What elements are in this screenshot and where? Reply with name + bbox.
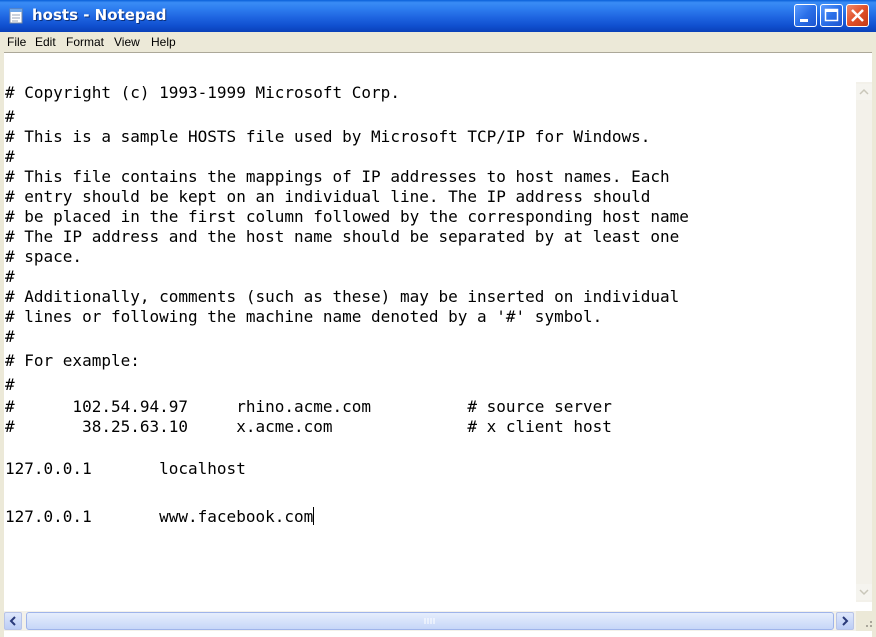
window-title: hosts - Notepad [32,6,167,24]
editor-line: # 38.25.63.10 x.acme.com # x client host [5,417,612,436]
close-icon [851,9,864,22]
notepad-icon[interactable] [7,7,25,25]
maximize-button[interactable] [820,4,843,27]
editor-line-current: 127.0.0.1 www.facebook.com [5,507,315,527]
editor-line: # Copyright (c) 1993-1999 Microsoft Corp… [5,83,400,102]
resize-grip[interactable] [856,611,876,631]
maximize-icon [824,8,839,22]
notepad-window: hosts - Notepad File Edit Format View He… [0,0,876,637]
text-caret [313,507,315,525]
scroll-down-button[interactable] [856,584,872,600]
editor-line: # This file contains the mappings of IP … [5,167,670,186]
editor-line: # space. [5,247,83,266]
editor-line: # [5,327,15,346]
menu-file[interactable]: File [7,35,26,49]
editor-line: # For example: [5,351,140,370]
menu-format[interactable]: Format [66,35,104,49]
editor-line: 127.0.0.1 localhost [5,459,246,478]
title-bar[interactable]: hosts - Notepad [0,0,876,32]
close-button[interactable] [846,4,869,27]
chevron-down-icon [859,589,869,596]
menu-bar: File Edit Format View Help [4,32,872,52]
editor-line: # This is a sample HOSTS file used by Mi… [5,127,651,146]
editor-text[interactable]: # Copyright (c) 1993-1999 Microsoft Corp… [5,83,845,583]
editor-line: # [5,267,15,286]
editor-line: # [5,375,15,394]
scroll-up-button[interactable] [856,84,872,100]
vertical-scrollbar[interactable] [856,82,872,602]
horizontal-scroll-thumb[interactable] [26,612,834,630]
editor-line: # Additionally, comments (such as these)… [5,287,680,306]
editor-line: # be placed in the first column followed… [5,207,689,226]
chevron-left-icon [9,616,16,626]
scroll-right-button[interactable] [836,612,854,630]
editor-line: # The IP address and the host name shoul… [5,227,680,246]
editor-line: # entry should be kept on an individual … [5,187,651,206]
menu-edit[interactable]: Edit [35,35,56,49]
resize-grip-icon [866,621,872,627]
minimize-icon [800,19,808,22]
editor-line-text: 127.0.0.1 www.facebook.com [5,507,314,526]
minimize-button[interactable] [794,4,817,27]
editor-line: # lines or following the machine name de… [5,307,603,326]
horizontal-scrollbar[interactable] [4,611,856,631]
chevron-right-icon [842,616,849,626]
text-editor[interactable]: # Copyright (c) 1993-1999 Microsoft Corp… [4,52,872,637]
grip-icon [424,618,435,624]
editor-line: # 102.54.94.97 rhino.acme.com # source s… [5,397,612,416]
menu-help[interactable]: Help [151,35,176,49]
chevron-up-icon [859,88,869,95]
editor-line: # [5,107,15,126]
editor-line: # [5,147,15,166]
scroll-left-button[interactable] [4,612,22,630]
menu-view[interactable]: View [114,35,140,49]
